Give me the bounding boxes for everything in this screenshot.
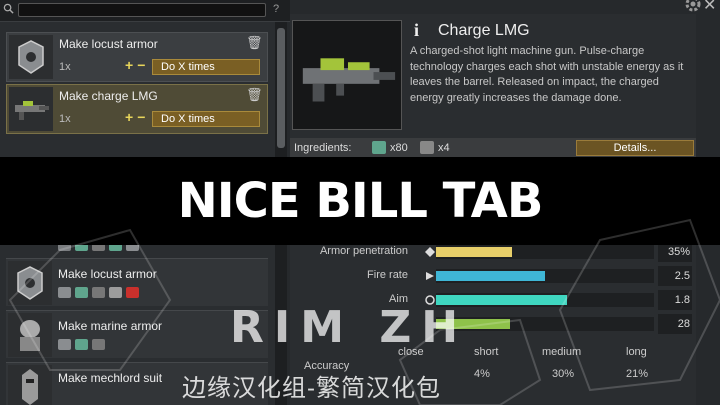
watermark-subtitle: 边缘汉化组-繁简汉化包 xyxy=(182,375,441,402)
bill-tab-window: ? ✕ Make locust armor 🗑 1x +− Do X times… xyxy=(0,0,720,405)
watermark: RIM ZH 边缘汉化组-繁简汉化包 xyxy=(182,278,530,405)
watermark-logo: RIM ZH xyxy=(230,302,469,353)
